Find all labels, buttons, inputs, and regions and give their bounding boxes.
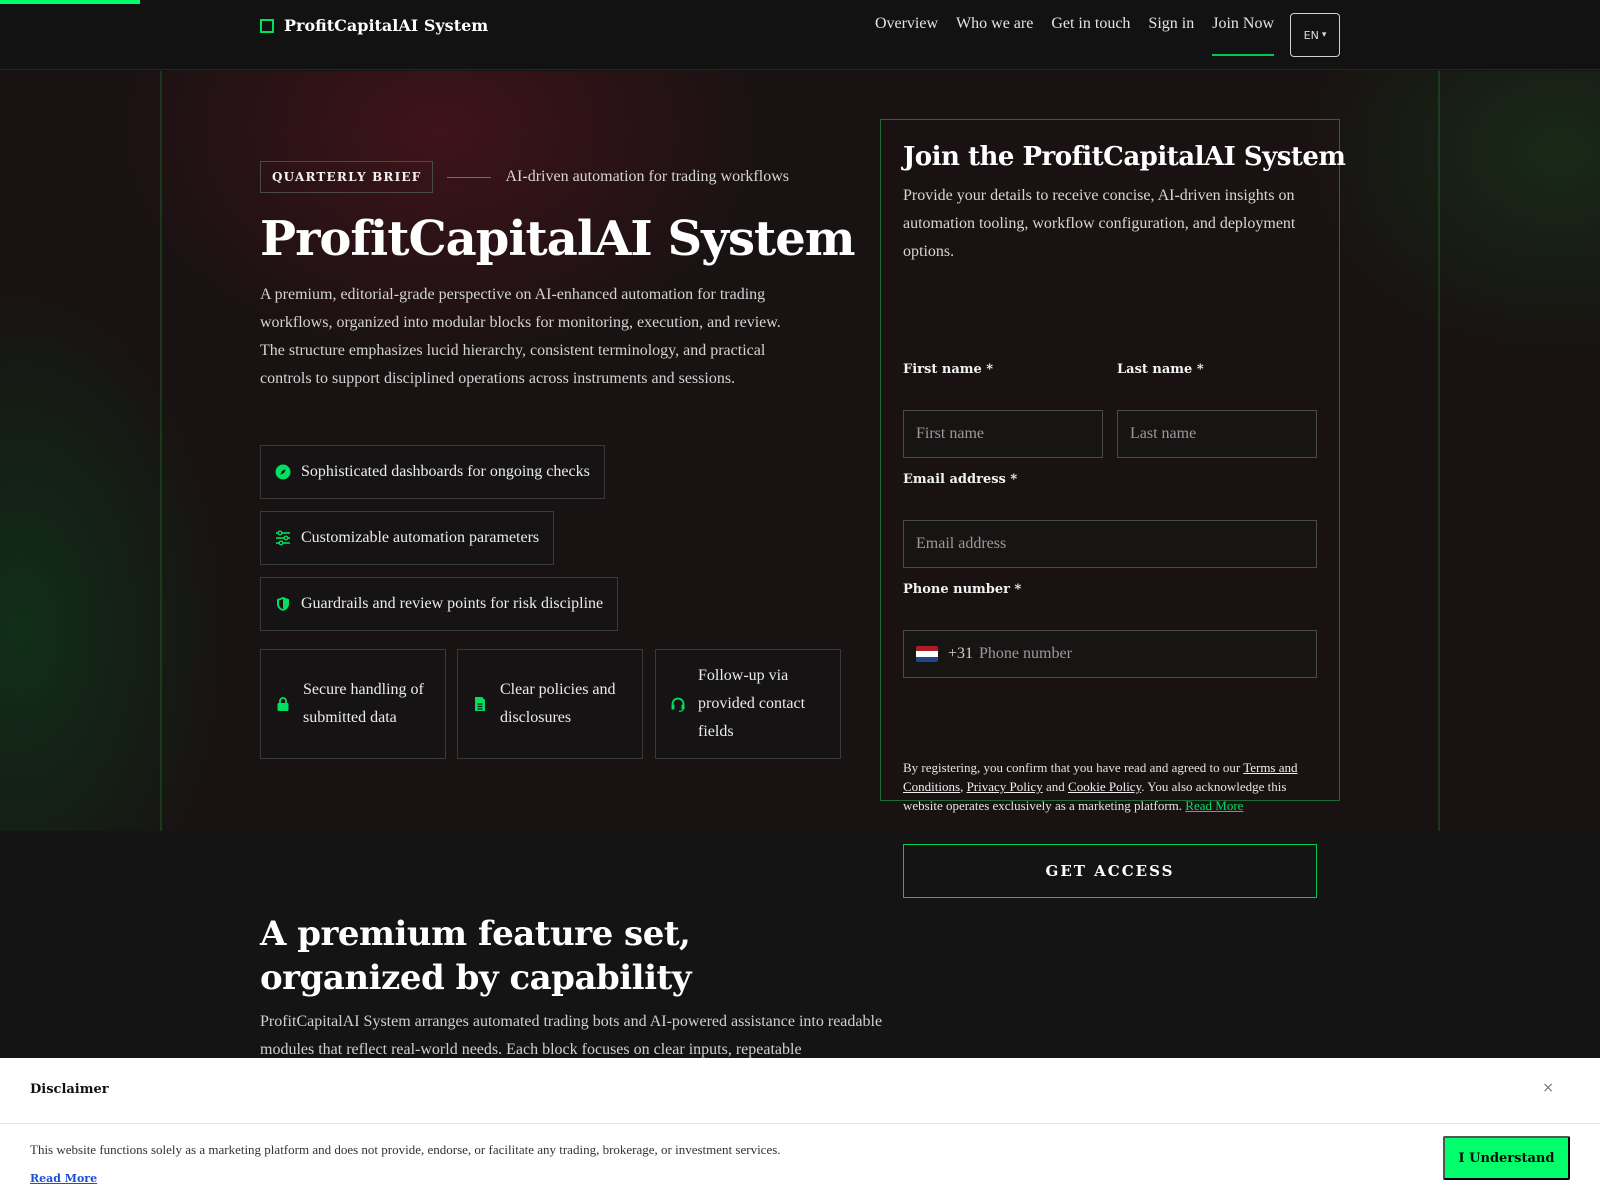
document-icon (475, 697, 485, 711)
first-name-label: First name * (903, 362, 994, 377)
i-understand-button[interactable]: I Understand (1443, 1136, 1570, 1180)
language-label: EN (1303, 28, 1319, 42)
email-input[interactable]: Email address (903, 520, 1317, 568)
nav-sign-in[interactable]: Sign in (1148, 14, 1194, 56)
phone-label: Phone number * (903, 582, 1022, 597)
form-title: Join the ProfitCapitalAI System (903, 142, 1346, 172)
trust-card: Clear policies and disclosures (457, 649, 643, 759)
features-section-title: A premium feature set, organized by capa… (260, 914, 691, 998)
hero-tagline: AI-driven automation for trading workflo… (505, 168, 789, 185)
form-description: Provide your details to receive concise,… (903, 187, 1296, 260)
email-label: Email address * (903, 472, 1018, 487)
nav-overview[interactable]: Overview (875, 14, 938, 56)
compass-icon (275, 464, 291, 480)
first-name-input[interactable]: First name (903, 410, 1103, 458)
eyebrow-divider (447, 176, 492, 178)
trust-card: Secure handling of submitted data (260, 649, 446, 759)
disclaimer-banner: Disclaimer × This website functions sole… (0, 1058, 1600, 1200)
close-icon[interactable]: × (1542, 1080, 1554, 1096)
disclaimer-title: Disclaimer (30, 1082, 109, 1097)
trust-card-label: Secure handling of submitted data (303, 681, 424, 726)
hero-eyebrow: QUARTERLY BRIEF AI-driven automation for… (260, 161, 789, 193)
shield-icon (277, 597, 289, 611)
disclaimer-text: This website functions solely as a marke… (30, 1142, 781, 1157)
logo-text: ProfitCapitalAI System (284, 16, 489, 35)
get-access-button[interactable]: GET ACCESS (903, 844, 1317, 898)
decorative-divider (160, 71, 162, 831)
signup-form: Join the ProfitCapitalAI System Provide … (880, 119, 1346, 898)
first-name-placeholder: First name (916, 425, 984, 442)
feature-chip-label: Customizable automation parameters (301, 529, 540, 546)
lock-icon (277, 697, 289, 711)
privacy-policy-link[interactable]: Privacy Policy (967, 779, 1043, 794)
decorative-divider (1438, 71, 1440, 831)
last-name-label: Last name * (1117, 362, 1204, 377)
feature-chip: Sophisticated dashboards for ongoing che… (260, 445, 605, 499)
last-name-placeholder: Last name (1130, 425, 1197, 442)
legal-text-part: By registering, you confirm that you hav… (903, 760, 1244, 775)
read-more-link[interactable]: Read More (1185, 798, 1243, 813)
legal-separator: and (1042, 779, 1069, 794)
disclaimer-header: Disclaimer × (0, 1058, 1600, 1124)
features-section-description: ProfitCapitalAI System arranges automate… (260, 1013, 883, 1058)
chevron-down-icon: ▾ (1321, 30, 1327, 40)
feature-chip-label: Guardrails and review points for risk di… (301, 595, 604, 612)
site-logo[interactable]: ProfitCapitalAI System (260, 16, 488, 35)
feature-chip: Customizable automation parameters (260, 511, 555, 565)
legal-consent-text: By registering, you confirm that you hav… (903, 758, 1321, 815)
last-name-input[interactable]: Last name (1117, 410, 1317, 458)
feature-chip-label: Sophisticated dashboards for ongoing che… (301, 463, 590, 480)
hero-title: ProfitCapitalAI System (260, 211, 856, 267)
phone-input[interactable]: +31 Phone number (903, 630, 1317, 678)
language-selector[interactable]: EN ▾ (1290, 13, 1340, 57)
netherlands-flag-icon[interactable] (916, 646, 938, 662)
trust-card-label: Clear policies and disclosures (500, 681, 616, 726)
trust-card-label: Follow-up via provided contact fields (698, 667, 806, 740)
headset-icon (671, 697, 685, 712)
quarterly-brief-tag: QUARTERLY BRIEF (260, 161, 434, 193)
page-progress-bar (0, 0, 140, 4)
hero-description: A premium, editorial-grade perspective o… (260, 286, 781, 387)
phone-country-code: +31 (948, 645, 974, 662)
trust-card: Follow-up via provided contact fields (655, 649, 841, 759)
logo-square-icon (260, 18, 274, 33)
hero-section: QUARTERLY BRIEF AI-driven automation for… (0, 71, 1600, 898)
site-header: ProfitCapitalAI System Overview Who we a… (0, 0, 1600, 70)
disclaimer-read-more-link[interactable]: Read More (30, 1172, 97, 1185)
main-nav: Overview Who we are Get in touch Sign in… (875, 14, 1274, 56)
email-placeholder: Email address (916, 535, 1007, 552)
phone-placeholder: Phone number (979, 645, 1072, 662)
nav-get-in-touch[interactable]: Get in touch (1051, 14, 1130, 56)
nav-who-we-are[interactable]: Who we are (956, 14, 1033, 56)
cookie-policy-link[interactable]: Cookie Policy (1068, 779, 1141, 794)
sliders-icon (276, 530, 290, 546)
nav-join-now[interactable]: Join Now (1212, 14, 1274, 56)
feature-chip: Guardrails and review points for risk di… (260, 577, 619, 631)
